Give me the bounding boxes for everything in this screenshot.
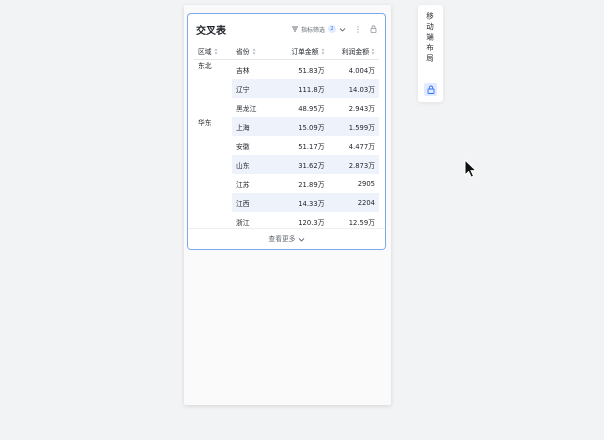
- order-cell: 14.33万: [278, 193, 329, 212]
- order-cell: 51.17万: [298, 142, 325, 151]
- sort-icon[interactable]: [371, 48, 375, 55]
- metric-filter-label[interactable]: 指标筛选: [301, 25, 325, 34]
- province-cell: 辽宁: [232, 79, 278, 98]
- order-cell: 111.8万: [278, 79, 329, 98]
- table-row: 华东 上海 15.09万 1.599万: [194, 117, 379, 136]
- province-cell: 山东: [232, 155, 278, 174]
- filter-count-badge: 2: [328, 25, 336, 33]
- card-header: 交叉表 指标筛选 2: [196, 21, 377, 37]
- profit-cell: 14.03万: [328, 79, 379, 98]
- province-cell: 安徽: [236, 142, 250, 151]
- province-cell: 黑龙江: [236, 104, 257, 113]
- header-tools: 指标筛选 2: [291, 25, 377, 34]
- view-more-button[interactable]: 查看更多: [188, 228, 385, 249]
- chevron-down-icon[interactable]: [339, 26, 346, 33]
- lock-icon[interactable]: [370, 25, 377, 33]
- sort-icon[interactable]: [252, 48, 256, 55]
- sort-icon[interactable]: [214, 48, 218, 55]
- profit-cell: 2905: [357, 179, 375, 188]
- header-profit-amount[interactable]: 利润金额: [328, 42, 379, 60]
- table-header-row: 区域 省份 订单金额 利润金额: [194, 42, 379, 60]
- province-cell: 江西: [232, 193, 278, 212]
- order-cell: 31.62万: [278, 155, 329, 174]
- lock-icon[interactable]: [424, 83, 437, 96]
- header-province[interactable]: 省份: [232, 42, 278, 60]
- mobile-layout-label: 移动端布局: [425, 12, 435, 65]
- sort-icon[interactable]: [321, 48, 325, 55]
- filter-lines-icon[interactable]: [291, 26, 298, 32]
- region-cell: 东北: [198, 62, 212, 70]
- profit-cell: 2204: [328, 193, 379, 212]
- profit-cell: 4.004万: [348, 66, 375, 75]
- crosstab-card[interactable]: 交叉表 指标筛选 2 区域 省份 订单金额 利润金额 东北 吉林 51.83万 …: [187, 13, 386, 250]
- province-cell: 吉林: [236, 66, 250, 75]
- profit-cell: 2.873万: [328, 155, 379, 174]
- header-region[interactable]: 区域: [194, 42, 232, 60]
- dashboard-canvas: 交叉表 指标筛选 2 区域 省份 订单金额 利润金额 东北 吉林 51.83万 …: [184, 5, 391, 405]
- province-cell: 江苏: [236, 180, 250, 189]
- order-cell: 15.09万: [278, 117, 329, 136]
- order-cell: 51.83万: [298, 66, 325, 75]
- order-cell: 48.95万: [298, 104, 325, 113]
- more-vertical-icon[interactable]: [356, 25, 360, 33]
- mouse-pointer-icon: [464, 158, 478, 182]
- crosstab-table: 区域 省份 订单金额 利润金额 东北 吉林 51.83万 4.004万 辽宁 1…: [194, 42, 379, 231]
- province-cell: 上海: [232, 117, 278, 136]
- view-more-label: 查看更多: [268, 235, 296, 243]
- profit-cell: 4.477万: [348, 142, 375, 151]
- profit-cell: 2.943万: [348, 104, 375, 113]
- region-cell: 华东: [198, 119, 212, 127]
- mobile-layout-panel[interactable]: 移动端布局: [418, 5, 443, 102]
- header-order-amount[interactable]: 订单金额: [278, 42, 329, 60]
- profit-cell: 1.599万: [328, 117, 379, 136]
- card-title: 交叉表: [196, 25, 226, 37]
- chevron-down-icon: [298, 236, 305, 243]
- table-row: 东北 吉林 51.83万 4.004万: [194, 60, 379, 80]
- order-cell: 21.89万: [298, 180, 325, 189]
